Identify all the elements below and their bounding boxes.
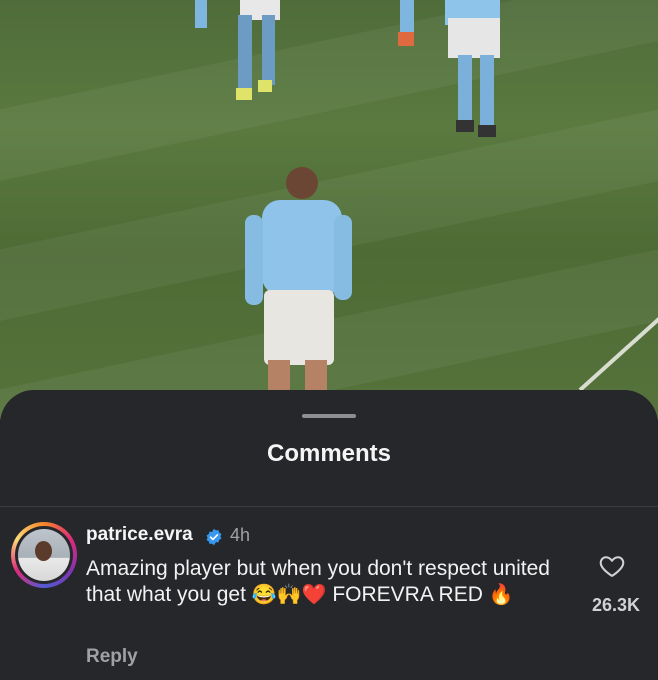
background-photo [0,0,658,420]
comment-text: Amazing player but when you don't respec… [86,556,566,608]
heart-icon[interactable] [598,552,626,580]
sheet-drag-handle[interactable] [302,414,356,418]
comment-username[interactable]: patrice.evra [86,524,193,546]
comment-text-part2: FOREVRA RED [326,583,489,606]
sheet-title: Comments [266,440,392,467]
comment-timestamp: 4h [230,525,251,545]
verified-badge-icon [206,528,222,546]
players-illustration [195,0,658,392]
comments-sheet: Comments patrice.evra 4h Amazing player … [0,390,658,680]
avatar-head [35,541,52,561]
avatar[interactable] [11,522,77,588]
like-count: 26.3K [591,595,640,615]
divider [0,506,658,507]
reply-button[interactable]: Reply [86,646,138,668]
fire-emoji: 🔥 [488,584,514,606]
avatar-border [15,526,73,584]
avatar-image [18,529,70,581]
comment-emojis: 😂🙌❤️ [251,584,327,606]
